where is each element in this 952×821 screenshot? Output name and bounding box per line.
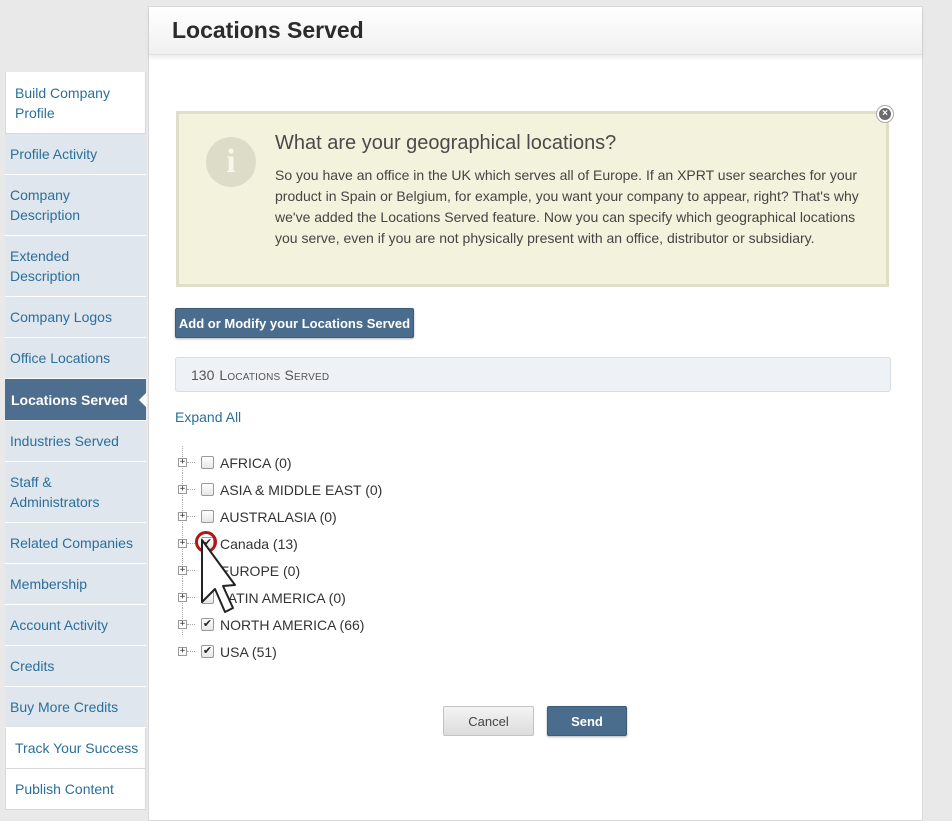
locations-count-label: Locations Served	[219, 366, 330, 383]
tree-connector	[187, 543, 195, 544]
expand-plus-icon[interactable]: +	[178, 512, 187, 521]
sidebar-item-label: Related Companies	[10, 535, 133, 551]
sidebar-item-staff-administrators[interactable]: Staff & Administrators	[5, 462, 146, 523]
expand-plus-icon[interactable]: +	[178, 566, 187, 575]
location-label: AFRICA (0)	[220, 455, 292, 471]
info-icon: i	[206, 137, 256, 187]
sidebar-item-label: Extended Description	[10, 248, 81, 284]
sidebar-item-account-activity[interactable]: Account Activity	[5, 605, 146, 646]
tree-connector	[187, 597, 195, 598]
location-checkbox[interactable]	[201, 483, 214, 496]
title-bar: Locations Served	[149, 7, 922, 55]
expand-all-link[interactable]: Expand All	[175, 409, 241, 425]
sidebar-item-label: Office Locations	[10, 350, 111, 366]
sidebar-item-label: Locations Served	[11, 391, 128, 408]
sidebar-item-track-your-success[interactable]: Track Your Success	[5, 728, 146, 769]
tree-connector	[187, 570, 195, 571]
expand-plus-icon[interactable]: +	[178, 485, 187, 494]
close-icon[interactable]: ×	[877, 106, 893, 122]
sidebar-item-buy-more-credits[interactable]: Buy More Credits	[5, 687, 146, 728]
modify-locations-button[interactable]: Add or Modify your Locations Served	[175, 308, 414, 338]
sidebar-item-label: Publish Content	[15, 781, 114, 797]
sidebar-item-label: Build Company Profile	[15, 84, 110, 121]
mouse-cursor-icon	[201, 539, 236, 613]
cancel-button[interactable]: Cancel	[443, 706, 534, 736]
expand-plus-icon[interactable]: +	[178, 620, 187, 629]
sidebar-item-label: Company Description	[10, 187, 81, 223]
sidebar-item-industries-served[interactable]: Industries Served	[5, 421, 146, 462]
sidebar-top-spacer	[5, 0, 146, 72]
expand-plus-icon[interactable]: +	[178, 539, 187, 548]
main-panel: Locations Served i What are your geograp…	[148, 6, 923, 821]
location-label: AUSTRALASIA (0)	[220, 509, 337, 525]
sidebar-item-label: Industries Served	[10, 433, 119, 449]
sidebar-item-label: Track Your Success	[15, 740, 139, 756]
locations-count-bar: 130 Locations Served	[175, 357, 891, 392]
location-checkbox[interactable]	[201, 510, 214, 523]
locations-count: 130	[191, 366, 215, 383]
page-title: Locations Served	[172, 17, 364, 43]
location-label: LATIN AMERICA (0)	[220, 590, 346, 606]
expand-plus-icon[interactable]: +	[178, 647, 187, 656]
sidebar-item-label: Buy More Credits	[10, 699, 119, 715]
sidebar-item-company-logos[interactable]: Company Logos	[5, 297, 146, 338]
location-label: USA (51)	[220, 644, 277, 660]
sidebar-item-office-locations[interactable]: Office Locations	[5, 338, 146, 379]
sidebar-item-membership[interactable]: Membership	[5, 564, 146, 605]
info-text: So you have an office in the UK which se…	[275, 167, 859, 246]
sidebar-item-label: Credits	[10, 658, 55, 674]
info-title: What are your geographical locations?	[275, 132, 617, 154]
sidebar-item-label: Membership	[10, 576, 88, 592]
tree-connector	[187, 651, 195, 652]
sidebar-nav: Build Company Profile Profile Activity C…	[5, 72, 147, 810]
sidebar-item-credits[interactable]: Credits	[5, 646, 146, 687]
sidebar-item-company-description[interactable]: Company Description	[5, 175, 146, 236]
sidebar-item-profile-activity[interactable]: Profile Activity	[5, 134, 146, 175]
tree-connector	[187, 489, 195, 490]
send-button[interactable]: Send	[547, 706, 627, 736]
tree-connector	[187, 516, 195, 517]
tree-connector	[187, 624, 195, 625]
info-box: i What are your geographical locations? …	[176, 111, 889, 287]
expand-plus-icon[interactable]: +	[178, 593, 187, 602]
sidebar-item-label: Company Logos	[10, 309, 112, 325]
sidebar-item-extended-description[interactable]: Extended Description	[5, 236, 146, 297]
sidebar-item-related-companies[interactable]: Related Companies	[5, 523, 146, 564]
sidebar-item-build-company-profile[interactable]: Build Company Profile	[5, 72, 146, 134]
location-checkbox[interactable]	[201, 456, 214, 469]
sidebar-item-label: Account Activity	[10, 617, 109, 633]
tree-connector	[187, 462, 195, 463]
sidebar-item-label: Staff & Administrators	[10, 474, 100, 510]
location-label: NORTH AMERICA (66)	[220, 617, 365, 633]
sidebar-item-publish-content[interactable]: Publish Content	[5, 769, 146, 810]
location-label: ASIA & MIDDLE EAST (0)	[220, 482, 383, 498]
expand-plus-icon[interactable]: +	[178, 458, 187, 467]
sidebar-item-locations-served[interactable]: Locations Served	[5, 379, 147, 421]
location-checkbox-checked[interactable]: ✔	[201, 645, 214, 658]
sidebar-item-label: Profile Activity	[10, 146, 98, 162]
